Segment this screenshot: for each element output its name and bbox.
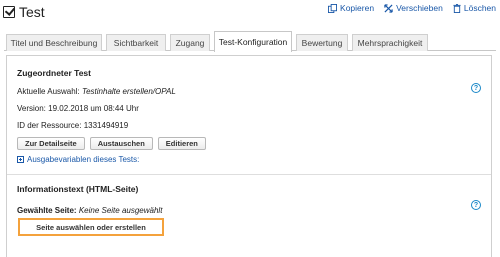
help-icon[interactable]: ? (471, 83, 481, 93)
test-buttons: Zur Detailseite Austauschen Editieren (17, 137, 206, 150)
delete-label: Löschen (463, 3, 496, 13)
tab-sichtbarkeit[interactable]: Sichtbarkeit (106, 34, 166, 51)
select-page-highlight: Seite auswählen oder erstellen (18, 218, 164, 236)
header-actions: Kopieren Verschieben Löschen (328, 3, 496, 13)
section-divider (7, 174, 491, 175)
tab-bar: Titel und Beschreibung Sichtbarkeit Zuga… (4, 31, 496, 52)
delete-button[interactable]: Löschen (453, 3, 496, 13)
tab-test-konfiguration[interactable]: Test-Konfiguration (214, 31, 292, 52)
help-icon[interactable]: ? (471, 200, 481, 210)
edit-button[interactable]: Editieren (157, 137, 206, 150)
resource-row: ID der Ressource: 1331494919 (17, 121, 128, 130)
tab-bewertung[interactable]: Bewertung (296, 34, 348, 51)
resource-value: 1331494919 (83, 121, 129, 130)
current-selection-value: Testinhalte erstellen/OPAL (81, 87, 176, 96)
selected-page-label: Gewählte Seite: (17, 206, 77, 215)
trash-icon (453, 3, 461, 13)
move-label: Verschieben (396, 3, 443, 13)
tab-titel-beschreibung[interactable]: Titel und Beschreibung (6, 34, 102, 51)
page-title: Test (19, 4, 45, 20)
copy-button[interactable]: Kopieren (328, 3, 374, 13)
output-variables-label: Ausgabevariablen dieses Tests: (27, 155, 140, 164)
copy-icon (328, 3, 338, 13)
details-button[interactable]: Zur Detailseite (17, 137, 85, 150)
expand-icon (17, 156, 24, 163)
version-label: Version: (17, 104, 46, 113)
section-title-info: Informationstext (HTML-Seite) (17, 184, 139, 194)
version-value: 19.02.2018 um 08:44 Uhr (48, 104, 139, 113)
version-row: Version: 19.02.2018 um 08:44 Uhr (17, 104, 139, 113)
section-title-test: Zugeordneter Test (17, 68, 91, 78)
copy-label: Kopieren (340, 3, 375, 13)
current-selection-row: Aktuelle Auswahl: Testinhalte erstellen/… (17, 87, 176, 96)
checkbox-icon (3, 6, 15, 18)
move-icon (384, 3, 393, 13)
current-selection-label: Aktuelle Auswahl: (17, 87, 80, 96)
title-wrap: Test (3, 4, 45, 20)
tab-mehrsprachigkeit[interactable]: Mehrsprachigkeit (352, 34, 428, 51)
output-variables-link[interactable]: Ausgabevariablen dieses Tests: (17, 155, 139, 164)
selected-page-row: Gewählte Seite: Keine Seite ausgewählt (17, 206, 162, 215)
select-page-button[interactable]: Seite auswählen oder erstellen (36, 221, 146, 233)
selected-page-value: Keine Seite ausgewählt (78, 206, 163, 215)
page-header: Test Kopieren Verschieben Löschen (0, 0, 500, 28)
replace-button[interactable]: Austauschen (89, 137, 153, 150)
config-panel: Zugeordneter Test ? Aktuelle Auswahl: Te… (6, 55, 492, 257)
tab-zugang[interactable]: Zugang (170, 34, 210, 51)
resource-label: ID der Ressource: (17, 121, 82, 130)
move-button[interactable]: Verschieben (384, 3, 443, 13)
